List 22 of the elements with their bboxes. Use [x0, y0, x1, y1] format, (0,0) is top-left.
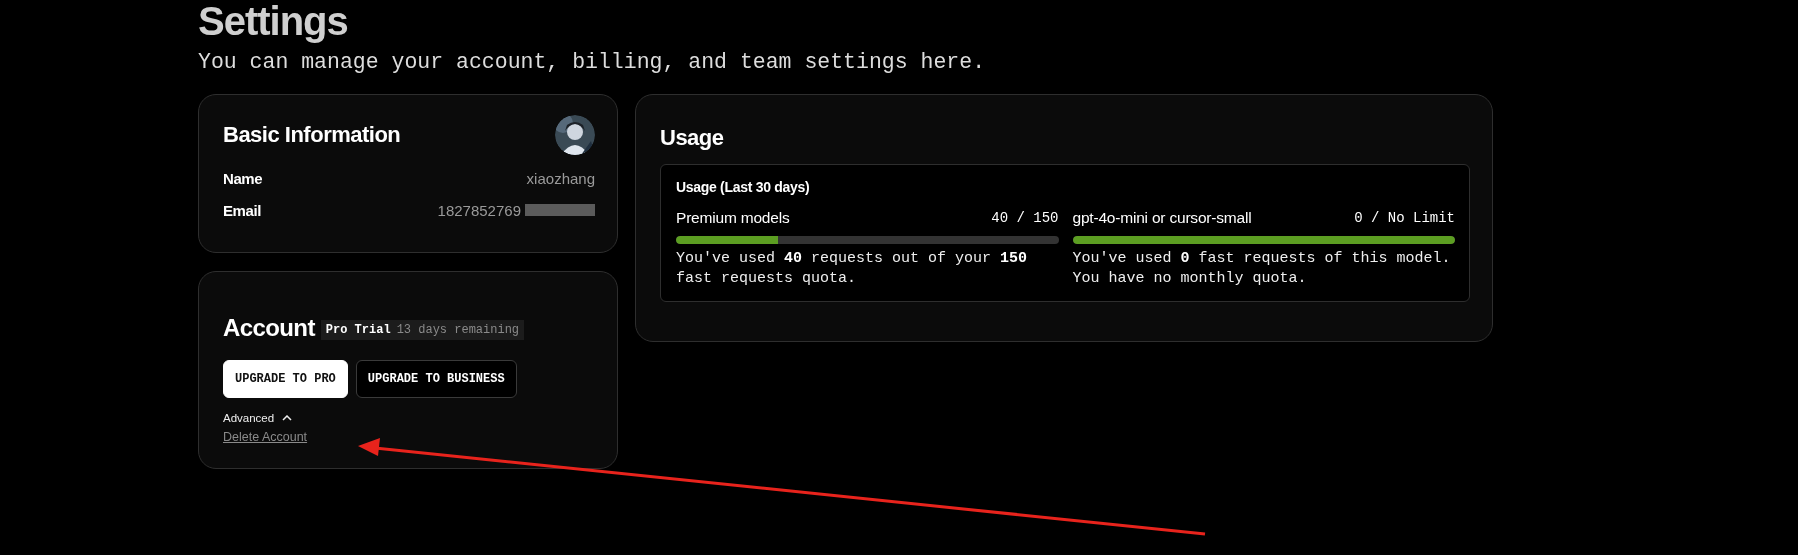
upgrade-button[interactable]: UPGRADE TO BUSINESS — [355, 360, 517, 398]
field-label: Name — [223, 169, 263, 187]
card-title: Usage — [660, 125, 725, 151]
meter-reading: 0 / No Limit — [1354, 210, 1455, 226]
plan-badge: Pro Trial 13 days remaining — [320, 319, 525, 340]
page-title: Settings — [198, 0, 349, 42]
page-subtitle: You can manage your account, billing, and team settings here. — [198, 50, 987, 74]
advanced-toggle[interactable]: Advanced — [223, 412, 275, 424]
field-value: 1827852769 — [437, 201, 521, 219]
upgrade-button[interactable]: UPGRADE TO PRO — [223, 360, 348, 398]
delete-account-link[interactable]: Delete Account — [223, 430, 308, 444]
field-label: Email — [223, 201, 262, 219]
panel-title: Usage (Last 30 days) — [676, 179, 811, 195]
usage-description: You've used 40 requests out of your 150 fast requests quota. — [676, 249, 1029, 289]
meter-reading: 40 / 150 — [991, 210, 1059, 226]
caret-icon[interactable] — [282, 415, 293, 421]
meter-label: gpt-4o-mini or cursor-small — [1072, 209, 1252, 227]
usage-description: You've used 0 fast requests of this model. You have no monthly quota. — [1072, 249, 1452, 289]
card-title: Account — [223, 314, 315, 342]
meter-label: Premium models — [676, 209, 790, 227]
field-value: xiaozhang — [526, 169, 595, 187]
card-title: Basic Information — [223, 122, 401, 148]
